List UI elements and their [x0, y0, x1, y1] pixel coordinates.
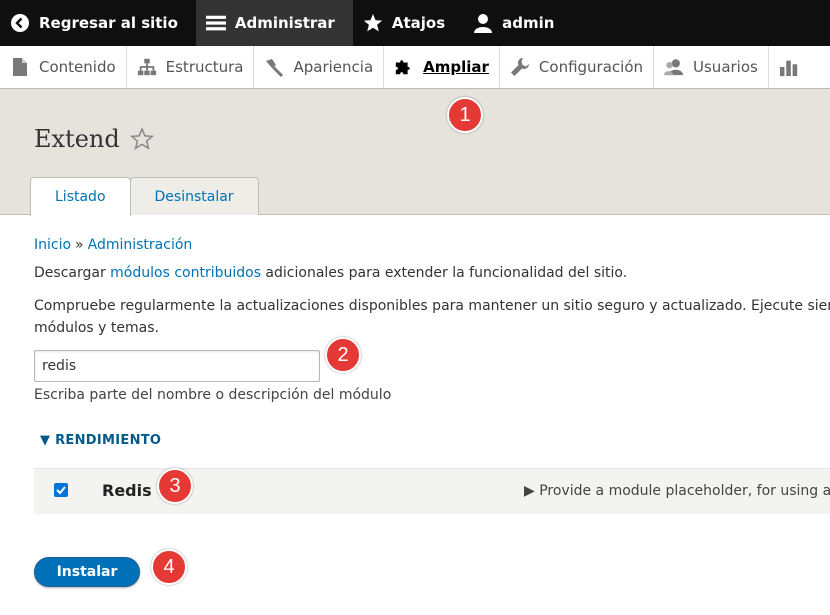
install-button[interactable]: Instalar [34, 557, 140, 587]
page-title: Extend [34, 125, 154, 153]
tray-item-estructura[interactable]: Estructura [127, 46, 255, 88]
tray-item-apariencia[interactable]: Apariencia [254, 46, 385, 88]
puzzle-icon [394, 57, 414, 77]
user-menu-button[interactable]: admin [463, 0, 572, 46]
step-marker-2: 2 [325, 337, 361, 373]
module-description-toggle[interactable]: ▶ Provide a module placeholder, for usin… [524, 483, 830, 499]
tab-desinstalar[interactable]: Desinstalar [129, 177, 259, 215]
page-title-text: Extend [34, 125, 120, 153]
step-marker-1: 1 [447, 97, 483, 133]
tray-item-label: Ampliar [423, 58, 489, 76]
chevron-left-circle-icon [10, 13, 30, 33]
people-icon [664, 57, 684, 77]
breadcrumb-admin-link[interactable]: Administración [88, 237, 193, 253]
tray-item-ampliar[interactable]: Ampliar [384, 46, 500, 88]
back-to-site-label: Regresar al sitio [39, 14, 178, 32]
tray-item-contenido[interactable]: Contenido [0, 46, 127, 88]
shortcuts-label: Atajos [391, 14, 446, 32]
module-checkbox-redis[interactable] [54, 483, 68, 497]
group-toggle-rendimiento[interactable]: ▼ RENDIMIENTO [40, 433, 161, 448]
tray-item-usuarios[interactable]: Usuarios [654, 46, 769, 88]
paintbrush-icon [264, 57, 284, 77]
breadcrumb-home-link[interactable]: Inicio [34, 237, 71, 253]
shortcuts-button[interactable]: Atajos [353, 0, 463, 46]
step-marker-4: 4 [151, 549, 187, 585]
wrench-icon [510, 57, 530, 77]
sitemap-icon [137, 57, 157, 77]
contributed-modules-link[interactable]: módulos contribuidos [110, 265, 261, 281]
module-row-redis: Redis ▶ Provide a module placeholder, fo… [34, 468, 830, 514]
tab-listado[interactable]: Listado [30, 177, 131, 216]
primary-tabs: Listado Desinstalar [30, 177, 259, 216]
module-name[interactable]: Redis [102, 481, 152, 500]
tray-item-label: Usuarios [693, 58, 758, 76]
manage-menu-button[interactable]: Administrar [195, 0, 353, 46]
page-icon [10, 57, 30, 77]
filter-hint: Escriba parte del nombre o descripción d… [34, 387, 392, 403]
hamburger-icon [205, 13, 226, 33]
page-header: Extend Listado Desinstalar [0, 89, 830, 216]
star-icon [363, 13, 383, 33]
user-icon [473, 13, 493, 33]
tray-item-label: Estructura [165, 58, 244, 76]
updates-text-line2: módulos y temas. [34, 320, 159, 336]
updates-text-line1: Compruebe regularmente la actualizacione… [34, 298, 830, 314]
manage-label: Administrar [234, 14, 335, 32]
step-marker-3: 3 [157, 468, 193, 504]
download-modules-text: Descargar módulos contribuidos adicional… [34, 265, 627, 281]
tray-item-label: Configuración [538, 58, 644, 76]
add-shortcut-star-icon[interactable] [129, 127, 154, 151]
tray-item-label: Apariencia [293, 58, 374, 76]
admin-toolbar: Regresar al sitio Administrar Atajos adm… [0, 0, 830, 46]
bar-chart-icon [779, 57, 799, 77]
back-to-site-link[interactable]: Regresar al sitio [0, 0, 196, 46]
breadcrumb: Inicio» Administración [34, 237, 192, 253]
tray-item-reports[interactable] [769, 46, 818, 88]
tray-item-label: Contenido [39, 58, 116, 76]
description-prefix: Descargar [34, 265, 111, 281]
breadcrumb-separator: » [75, 237, 84, 253]
checkmark-icon [56, 486, 66, 495]
user-label: admin [502, 14, 555, 32]
tray-item-configuracion[interactable]: Configuración [500, 46, 655, 88]
module-filter-input[interactable]: redis [34, 350, 320, 382]
admin-tray: Contenido Estructura Apariencia Ampliar … [0, 46, 830, 89]
description-suffix: adicionales para extender la funcionalid… [260, 265, 628, 281]
